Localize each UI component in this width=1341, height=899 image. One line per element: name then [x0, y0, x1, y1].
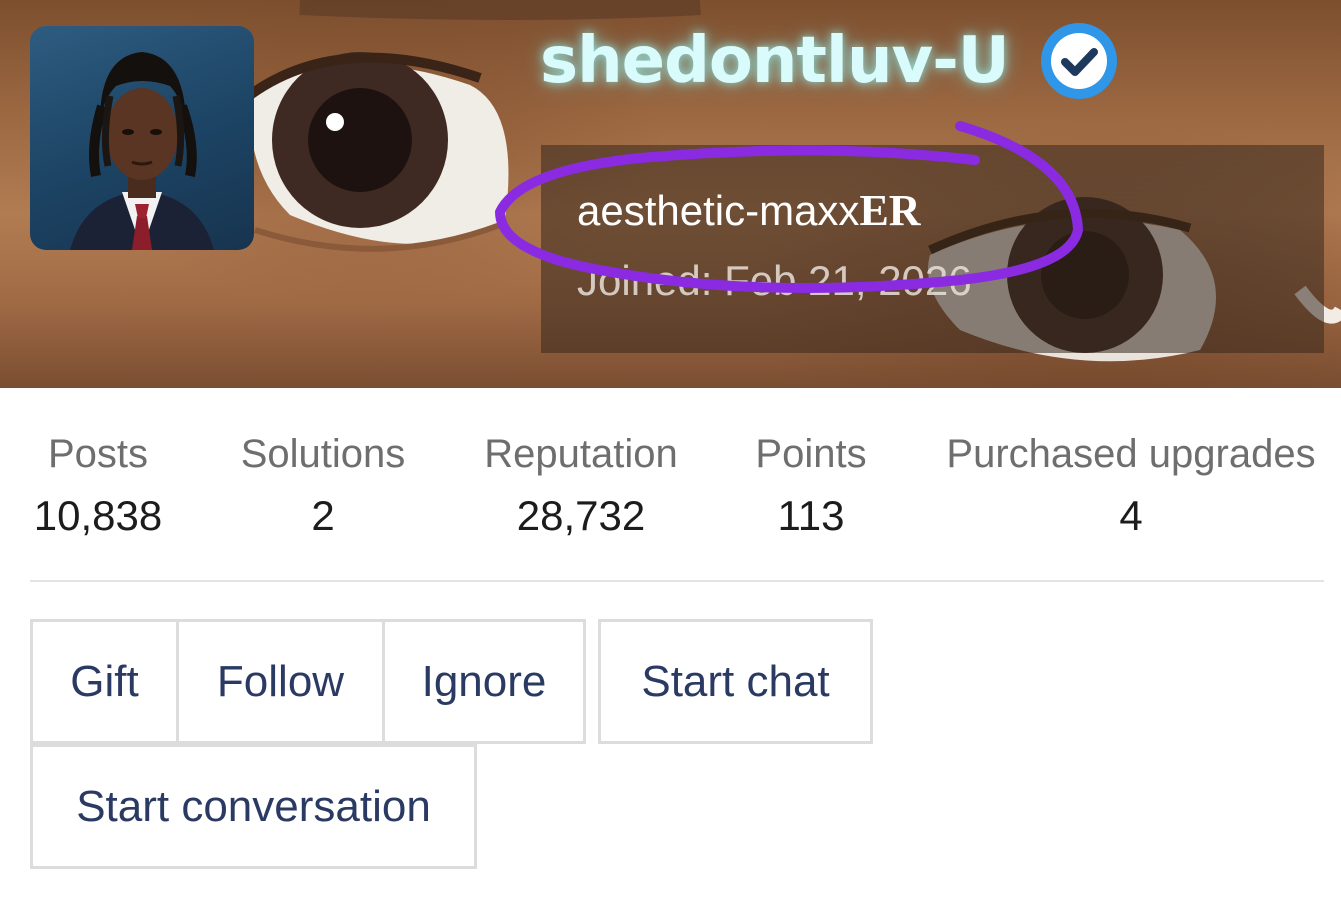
verified-check-icon	[1039, 21, 1119, 101]
stat-value: 113	[777, 492, 845, 539]
ignore-button[interactable]: Ignore	[382, 619, 586, 744]
stat-label: Reputation	[484, 432, 678, 476]
user-title-main: aesthetic-maxx	[577, 187, 860, 234]
profile-page: shedontluv-U aesthetic-maxxER Joined: Fe…	[0, 0, 1341, 899]
stat-value: 2	[311, 492, 335, 539]
divider	[30, 580, 1324, 582]
stat-reputation[interactable]: Reputation 28,732	[484, 425, 677, 549]
stat-purchased-upgrades[interactable]: Purchased upgrades 4	[946, 425, 1315, 549]
profile-stats: Posts 10,838 Solutions 2 Reputation 28,7…	[0, 425, 1341, 545]
gift-button[interactable]: Gift	[30, 619, 179, 744]
stat-value: 10,838	[33, 492, 163, 539]
stat-points[interactable]: Points 113	[755, 425, 866, 549]
stat-value: 4	[1119, 492, 1143, 539]
stat-label: Purchased upgrades	[946, 432, 1316, 476]
stat-label: Solutions	[240, 432, 406, 476]
username[interactable]: shedontluv-U	[540, 24, 1010, 98]
stat-posts[interactable]: Posts 10,838	[34, 425, 162, 549]
profile-banner: shedontluv-U aesthetic-maxxER Joined: Fe…	[0, 0, 1341, 388]
profile-info-box: aesthetic-maxxER Joined: Feb 21, 2026	[541, 145, 1324, 353]
avatar[interactable]	[30, 26, 254, 250]
username-row: shedontluv-U	[540, 16, 1119, 106]
user-title: aesthetic-maxxER	[577, 185, 921, 236]
start-conversation-button[interactable]: Start conversation	[30, 744, 477, 869]
stat-value: 28,732	[516, 492, 646, 539]
stat-label: Posts	[47, 432, 149, 476]
follow-button[interactable]: Follow	[176, 619, 385, 744]
stat-label: Points	[755, 432, 867, 476]
start-chat-button[interactable]: Start chat	[598, 619, 873, 744]
user-title-suffix: ER	[859, 186, 921, 235]
stat-solutions[interactable]: Solutions 2	[241, 425, 406, 549]
joined-date: Joined: Feb 21, 2026	[577, 257, 972, 304]
